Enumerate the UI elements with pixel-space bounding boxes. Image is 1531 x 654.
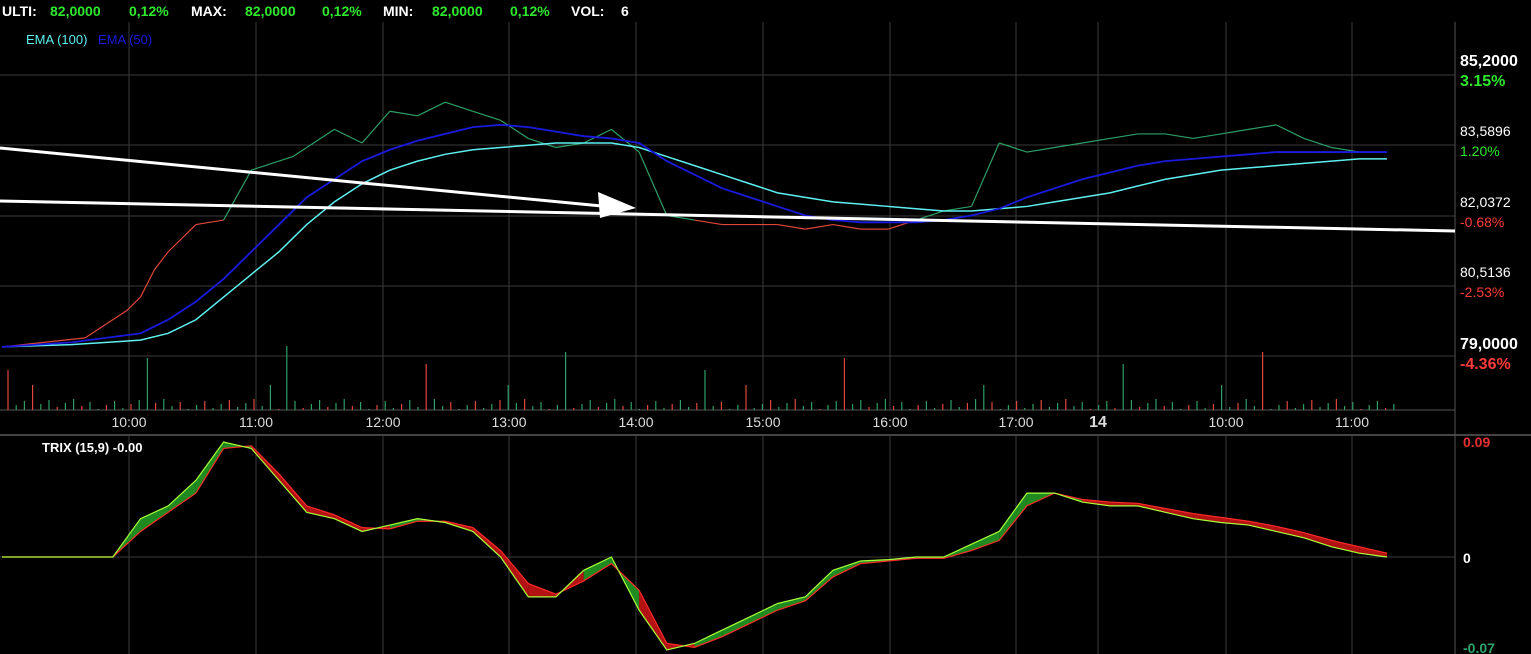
ema100-line <box>1 142 1387 348</box>
price-segment <box>970 142 1000 207</box>
legend-ema100[interactable]: EMA (100) <box>26 32 87 47</box>
trix-fill <box>722 616 750 637</box>
time-tick-label: 14:00 <box>618 414 653 430</box>
price-tick-pct: 3.15% <box>1460 73 1505 90</box>
trix-series <box>2 441 1388 651</box>
price-segment <box>1275 124 1305 139</box>
grid-lines <box>0 22 1531 654</box>
price-tick-label: 82,0372 <box>1460 194 1511 210</box>
price-tick-label: 80,5136 <box>1460 264 1511 280</box>
price-segment <box>1220 128 1249 135</box>
trix-fill <box>971 531 1000 551</box>
time-tick-label: 11:00 <box>1335 414 1369 430</box>
price-segment <box>1303 137 1332 149</box>
trix-line <box>2 441 1388 651</box>
price-segment <box>334 128 363 144</box>
price-segment <box>514 128 529 139</box>
trix-tick-label: 0.09 <box>1463 434 1490 450</box>
price-segment <box>445 101 474 112</box>
price-segment <box>832 223 861 230</box>
price-segment <box>389 110 418 117</box>
time-tick-label: 14 <box>1089 414 1107 431</box>
price-segment <box>1026 146 1055 153</box>
time-tick-label: 12:00 <box>365 414 400 430</box>
price-segment <box>805 223 834 230</box>
price-segment <box>278 156 294 162</box>
price-segment <box>84 310 127 339</box>
price-segment <box>777 223 806 230</box>
ema50-line <box>1 123 1387 348</box>
time-tick-label: 10:00 <box>1208 414 1243 430</box>
price-segment <box>1082 137 1111 144</box>
price-segment <box>292 147 308 158</box>
time-tick-label: 13:00 <box>491 414 526 430</box>
trix-tick-label: -0.07 <box>1463 640 1495 654</box>
price-tick-pct: 1.20% <box>1460 143 1500 159</box>
price-segment <box>1165 133 1194 140</box>
price-tick-label: 85,2000 <box>1460 53 1518 70</box>
price-segment <box>888 219 917 230</box>
price-tick-pct: -4.36% <box>1460 356 1511 373</box>
price-segment <box>1193 133 1221 140</box>
price-segment <box>638 151 668 216</box>
price-segment <box>139 269 155 298</box>
axis-labels: 10:00 11:00 12:00 13:00 14:00 15:00 16:00 17:00… <box>111 53 1517 654</box>
price-tick-label: 83,5896 <box>1460 123 1511 139</box>
trix-tick-label: 0 <box>1463 550 1471 566</box>
trix-fill <box>279 473 307 513</box>
time-tick-label: 17:00 <box>998 414 1033 430</box>
trix-fill <box>1331 540 1360 554</box>
trix-fill <box>140 505 169 532</box>
time-tick-label: 11:00 <box>239 414 273 430</box>
trix-fill <box>749 603 778 624</box>
price-segment <box>361 110 391 144</box>
chart-canvas[interactable]: 10:00 11:00 12:00 13:00 14:00 15:00 16:00 17:00… <box>0 0 1531 654</box>
price-tick-pct: -2.53% <box>1460 284 1504 300</box>
price-segment <box>153 251 169 271</box>
price-segment <box>1109 133 1138 140</box>
price-segment <box>223 169 252 221</box>
trix-label[interactable]: TRIX (15,9) -0.00 <box>42 440 142 455</box>
price-segment <box>195 219 224 226</box>
price-segment <box>1248 124 1277 130</box>
price-segment <box>167 224 197 253</box>
trix-signal-line <box>2 445 1388 648</box>
price-tick-pct: -0.68% <box>1460 214 1504 230</box>
legend-ema50[interactable]: EMA (50) <box>98 32 152 47</box>
price-segment <box>694 219 723 226</box>
price-segment <box>417 101 446 117</box>
time-tick-label: 16:00 <box>872 414 907 430</box>
price-segment <box>251 160 280 171</box>
time-tick-label: 15:00 <box>745 414 780 430</box>
time-tick-label: 10:00 <box>111 414 146 430</box>
price-segment <box>999 142 1028 153</box>
trix-fill <box>999 493 1027 541</box>
price-tick-label: 79,0000 <box>1460 336 1518 353</box>
price-segment <box>472 110 501 121</box>
